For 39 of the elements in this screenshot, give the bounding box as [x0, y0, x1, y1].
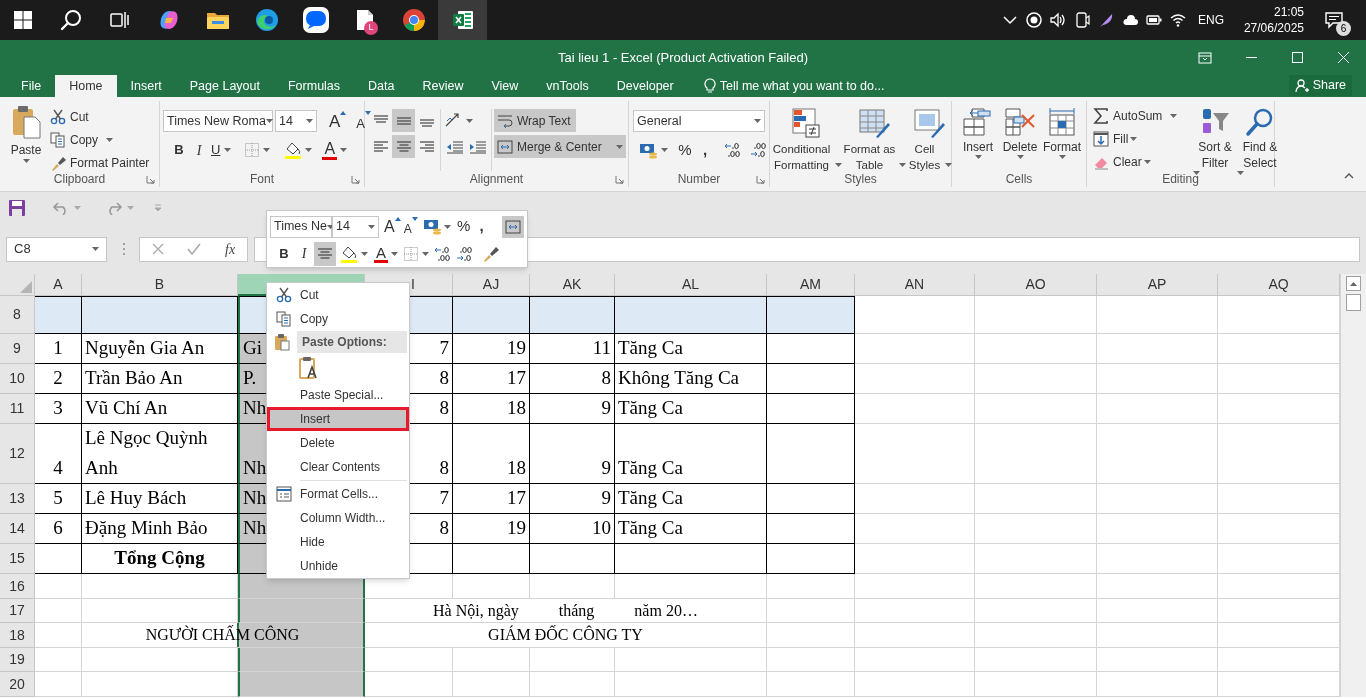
caption-text: Hà Nội, ngày tháng năm 20… [433, 600, 698, 622]
clock-date: 27/06/2025 [1243, 20, 1304, 36]
table-cell: Tăng Ca [615, 424, 767, 484]
table-cell: 6 [35, 514, 82, 544]
menu-heading: Paste Options: [297, 331, 407, 353]
group-label: Alignment [469, 173, 524, 185]
group-label: Number [677, 173, 721, 185]
group-label: Clipboard [53, 173, 106, 185]
table-cell: Tăng Ca [615, 334, 767, 364]
table-cell: Không Tăng Ca [615, 364, 767, 394]
table-cell: 9 [530, 424, 615, 484]
table-cell: 8 [530, 364, 615, 394]
table-cell: Tăng Ca [615, 484, 767, 514]
table-cell: Tăng Ca [615, 514, 767, 544]
notification-badge: 6 [1336, 21, 1351, 36]
group-label: Editing [1162, 173, 1199, 185]
table-cell: 2 [35, 364, 82, 394]
clock-time: 21:05 [1273, 4, 1304, 20]
avatar-badge: L [364, 21, 378, 35]
table-cell: 18 [453, 394, 530, 424]
table-cell: 17 [453, 364, 530, 394]
table-cell: 3 [35, 394, 82, 424]
window-title: Tai lieu 1 - Excel (Product Activation Failed) [558, 48, 808, 67]
group-label: Cells [1005, 173, 1033, 185]
table-cell: 5 [35, 484, 82, 514]
table-cell: 9 [530, 394, 615, 424]
table-cell: 9 [530, 484, 615, 514]
table-cell: 18 [453, 424, 530, 484]
group-label: Styles [844, 173, 877, 185]
caption-text: GIÁM ĐỐC CÔNG TY [488, 624, 643, 645]
table-cell: 4 [35, 424, 82, 484]
table-cell: 10 [530, 514, 615, 544]
table-cell: Tăng Ca [615, 394, 767, 424]
table-cell: 11 [530, 334, 615, 364]
table-cell: 19 [453, 334, 530, 364]
group-label: Font [250, 173, 274, 185]
table-cell: 19 [453, 514, 530, 544]
table-cell: 17 [453, 484, 530, 514]
table-cell: 1 [35, 334, 82, 364]
